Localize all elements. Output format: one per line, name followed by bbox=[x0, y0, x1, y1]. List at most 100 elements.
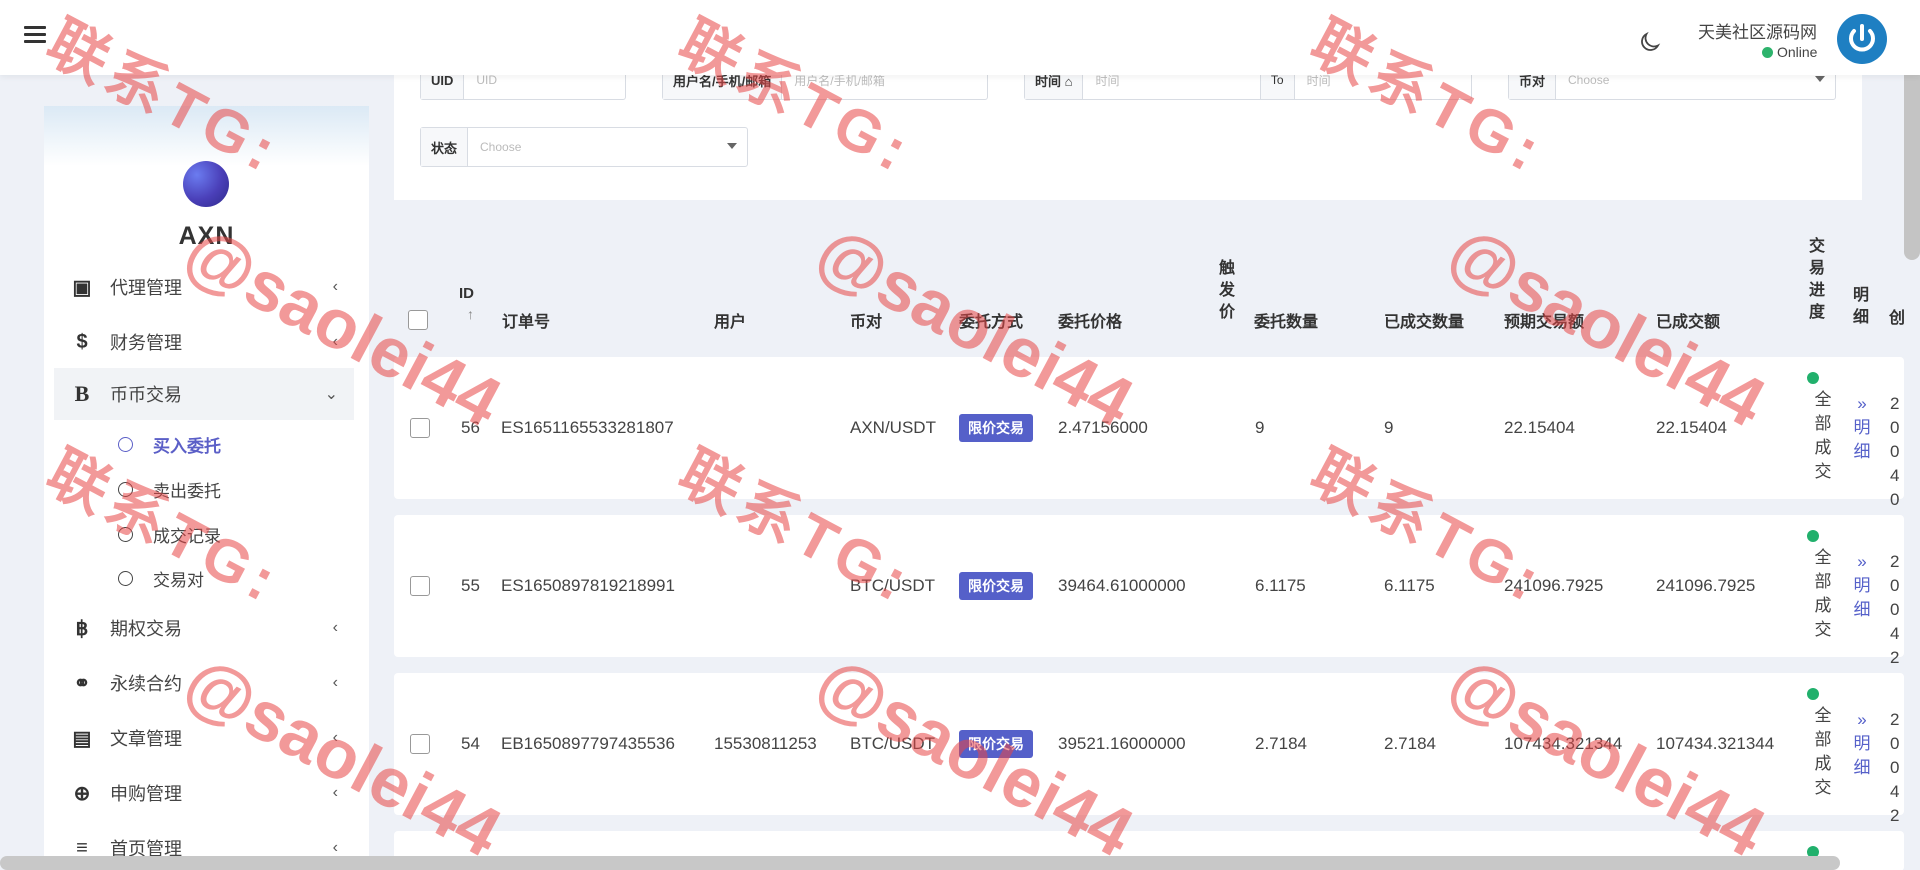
sidebar-item-agent[interactable]: ▣ 代理管理 ‹ bbox=[54, 261, 354, 313]
user-name[interactable]: 天美社区源码网 bbox=[1698, 18, 1817, 43]
col-created: 创 bbox=[1888, 310, 1905, 327]
cell-filled-value: 22.15404 bbox=[1656, 418, 1727, 437]
online-dot-icon bbox=[1762, 47, 1773, 58]
cell-filled-value: 241096.7925 bbox=[1656, 576, 1756, 595]
dollar-icon: $ bbox=[76, 330, 88, 353]
top-bar: 天美社区源码网 Online bbox=[0, 0, 1920, 75]
subitem-label: 卖出委托 bbox=[153, 481, 221, 501]
method-badge: 限价交易 bbox=[959, 572, 1033, 600]
table-row: 56 ES1651165533281807 AXN/USDT 限价交易 2.47… bbox=[394, 357, 1904, 533]
sidebar-item-subscription[interactable]: ⊕ 申购管理 ‹ bbox=[54, 767, 354, 819]
avatar[interactable] bbox=[1837, 14, 1887, 64]
progress-status: 全部成交 bbox=[1807, 530, 1832, 642]
horizontal-scrollbar[interactable] bbox=[0, 856, 1840, 870]
status-dot-icon bbox=[1807, 372, 1819, 384]
detail-link[interactable]: » 明细 bbox=[1852, 708, 1872, 780]
sidebar-subitem-buy-orders[interactable]: 买入委托 bbox=[118, 429, 221, 459]
cell-order-no: ES1651165533281807 bbox=[501, 418, 674, 437]
status-dot-icon bbox=[1807, 530, 1819, 542]
filter-panel: UID UID 用户名/手机/邮箱 用户名/手机/邮箱 时间 ⌂ 时间 To 时… bbox=[394, 60, 1862, 200]
coin-trade-icon: B bbox=[74, 381, 90, 406]
cell-filled: 6.1175 bbox=[1384, 576, 1435, 595]
col-filled: 已成交数量 bbox=[1384, 314, 1465, 331]
col-user: 用户 bbox=[714, 314, 747, 331]
sidebar-item-articles[interactable]: ▤ 文章管理 ‹ bbox=[54, 712, 354, 764]
chevron-left-icon: ‹ bbox=[332, 729, 338, 746]
cell-id: 54 bbox=[461, 734, 480, 753]
circle-icon bbox=[118, 436, 133, 452]
status-select[interactable]: Choose bbox=[468, 140, 747, 154]
progress-text: 全部成交 bbox=[1814, 390, 1832, 481]
table-row: 55 ES1650897819218991 BTC/USDT 限价交易 3946… bbox=[394, 515, 1904, 691]
link-icon: ⚭ bbox=[73, 672, 91, 695]
cell-user: 15530811253 bbox=[714, 734, 817, 753]
cell-price: 2.47156000 bbox=[1058, 418, 1148, 437]
cell-filled: 2.7184 bbox=[1384, 734, 1436, 753]
col-id[interactable]: ID bbox=[459, 285, 474, 302]
dark-mode-icon[interactable] bbox=[1638, 30, 1662, 54]
col-method: 委托方式 bbox=[959, 314, 1024, 331]
uid-input[interactable]: UID bbox=[464, 73, 625, 87]
chevron-left-icon: ‹ bbox=[332, 839, 338, 856]
cell-expected: 107434.321344 bbox=[1504, 734, 1623, 753]
method-badge: 限价交易 bbox=[959, 730, 1033, 758]
sidebar-item-label: 申购管理 bbox=[110, 784, 182, 804]
status-filter-label: 状态 bbox=[421, 128, 469, 166]
newspaper-icon: ▤ bbox=[72, 727, 92, 750]
row-checkbox[interactable] bbox=[410, 418, 430, 438]
cell-filled: 9 bbox=[1384, 418, 1394, 437]
sidebar-subitem-sell-orders[interactable]: 卖出委托 bbox=[118, 474, 221, 504]
detail-link[interactable]: » 明细 bbox=[1852, 550, 1872, 622]
pair-select[interactable]: Choose bbox=[1556, 73, 1835, 87]
progress-status: 全部成交 bbox=[1807, 372, 1832, 484]
brand-logo bbox=[183, 161, 229, 207]
col-detail: 明细 bbox=[1852, 287, 1869, 326]
detail-text: 明细 bbox=[1853, 418, 1871, 461]
cell-amount: 6.1175 bbox=[1255, 576, 1306, 595]
cell-expected: 241096.7925 bbox=[1504, 576, 1604, 595]
sidebar-item-label: 文章管理 bbox=[110, 729, 182, 749]
subitem-label: 买入委托 bbox=[153, 436, 221, 456]
col-amount: 委托数量 bbox=[1254, 314, 1319, 331]
menu-toggle-icon[interactable] bbox=[24, 26, 46, 44]
col-pair: 币对 bbox=[850, 314, 883, 331]
sidebar-subitem-trading-pairs[interactable]: 交易对 bbox=[118, 563, 204, 593]
cell-amount: 2.7184 bbox=[1255, 734, 1307, 753]
status-filter[interactable]: 状态 Choose bbox=[420, 127, 748, 167]
chevron-left-icon: ‹ bbox=[332, 674, 338, 691]
cell-id: 55 bbox=[461, 576, 480, 595]
sidebar-item-label: 财务管理 bbox=[110, 333, 182, 353]
col-expected: 预期交易额 bbox=[1504, 314, 1585, 331]
row-checkbox[interactable] bbox=[410, 576, 430, 596]
circle-icon bbox=[118, 570, 133, 586]
cell-price: 39464.61000000 bbox=[1058, 576, 1186, 595]
chevron-left-icon: ‹ bbox=[332, 278, 338, 295]
cell-order-no: ES1650897819218991 bbox=[501, 576, 675, 595]
progress-text: 全部成交 bbox=[1814, 548, 1832, 639]
col-trigger: 触发价 bbox=[1218, 260, 1235, 321]
sidebar: AXN ▣ 代理管理 ‹ $ 财务管理 ‹ B 币币交易 ⌄ 买入委托 卖出委托… bbox=[44, 106, 369, 870]
chevron-left-icon: ‹ bbox=[332, 333, 338, 350]
chevron-left-icon: ‹ bbox=[332, 619, 338, 636]
sort-asc-icon[interactable]: ↑ bbox=[467, 306, 474, 322]
brand-name: AXN bbox=[178, 222, 235, 250]
sidebar-item-perpetual[interactable]: ⚭ 永续合约 ‹ bbox=[54, 657, 354, 709]
detail-link[interactable]: » 明细 bbox=[1852, 392, 1872, 464]
sidebar-item-label: 币币交易 bbox=[110, 385, 182, 405]
sidebar-item-coin-trade[interactable]: B 币币交易 ⌄ bbox=[54, 368, 354, 420]
row-checkbox[interactable] bbox=[410, 734, 430, 754]
progress-status: 全部成交 bbox=[1807, 688, 1832, 800]
sidebar-item-label: 期权交易 bbox=[110, 619, 182, 639]
chevron-left-icon: ‹ bbox=[332, 784, 338, 801]
chevron-down-icon: ⌄ bbox=[324, 386, 338, 403]
cell-pair: BTC/USDT bbox=[850, 734, 935, 753]
col-price: 委托价格 bbox=[1058, 314, 1123, 331]
sidebar-item-options[interactable]: ฿ 期权交易 ‹ bbox=[54, 602, 354, 654]
cell-filled-value: 107434.321344 bbox=[1656, 734, 1775, 753]
select-all-checkbox[interactable] bbox=[408, 310, 428, 330]
detail-text: 明细 bbox=[1853, 576, 1871, 619]
sidebar-subitem-trade-records[interactable]: 成交记录 bbox=[118, 519, 221, 549]
power-icon bbox=[1840, 17, 1884, 61]
sidebar-item-finance[interactable]: $ 财务管理 ‹ bbox=[54, 316, 354, 368]
cell-expected: 22.15404 bbox=[1504, 418, 1575, 437]
